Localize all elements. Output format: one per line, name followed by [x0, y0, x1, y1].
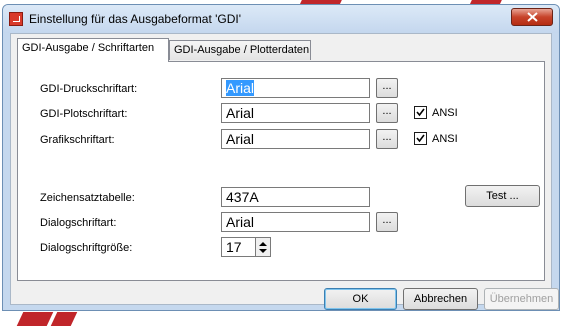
close-button[interactable] — [511, 8, 553, 26]
dialoggroesse-spinner[interactable] — [256, 237, 271, 257]
dialoggroesse-label: Dialogschriftgröße: — [40, 242, 133, 254]
title-bar[interactable]: Einstellung für das Ausgabeformat 'GDI' — [3, 5, 559, 33]
grafikschrift-label: Grafikschriftart: — [40, 134, 115, 146]
zeichensatz-input[interactable]: 437A — [221, 187, 370, 207]
dialogschrift-input[interactable]: Arial — [221, 212, 370, 232]
checkmark-icon — [416, 108, 425, 117]
dialog-client-area: GDI-Ausgabe / Schriftarten GDI-Ausgabe /… — [10, 33, 559, 310]
grafikschrift-browse-button[interactable]: ... — [376, 129, 398, 149]
druckschrift-input[interactable]: Arial — [221, 78, 370, 98]
spin-down-icon[interactable] — [259, 249, 267, 253]
cancel-button[interactable]: Abbrechen — [403, 288, 478, 310]
druckschrift-value: Arial — [226, 80, 255, 96]
dialoggroesse-input[interactable]: 17 — [221, 237, 256, 257]
dialog-window: Einstellung für das Ausgabeformat 'GDI' … — [2, 4, 560, 311]
tab-panel: GDI-Druckschriftart: Arial ... GDI-Plots… — [17, 61, 545, 281]
grafikschrift-ansi-checkbox[interactable] — [414, 132, 427, 145]
plotschrift-ansi-label: ANSI — [432, 107, 458, 119]
dialogschrift-browse-button[interactable]: ... — [376, 212, 398, 232]
grafikschrift-ansi-label: ANSI — [432, 133, 458, 145]
grafikschrift-input[interactable]: Arial — [221, 129, 370, 149]
plotschrift-label: GDI-Plotschriftart: — [40, 108, 128, 120]
druckschrift-label: GDI-Druckschriftart: — [40, 83, 138, 95]
plotschrift-browse-button[interactable]: ... — [376, 103, 398, 123]
zeichensatz-label: Zeichensatztabelle: — [40, 192, 135, 204]
spin-up-icon[interactable] — [259, 242, 267, 246]
app-icon — [9, 12, 23, 26]
plotschrift-ansi-checkbox[interactable] — [414, 106, 427, 119]
close-icon — [527, 12, 538, 22]
background-graphic — [16, 312, 54, 326]
window-title: Einstellung für das Ausgabeformat 'GDI' — [29, 12, 242, 26]
checkmark-icon — [416, 134, 425, 143]
plotschrift-input[interactable]: Arial — [221, 103, 370, 123]
test-button[interactable]: Test ... — [465, 185, 540, 207]
ok-button[interactable]: OK — [324, 288, 397, 310]
druckschrift-browse-button[interactable]: ... — [376, 78, 398, 98]
tab-plotterdaten[interactable]: GDI-Ausgabe / Plotterdaten — [169, 40, 311, 60]
tab-schriftarten[interactable]: GDI-Ausgabe / Schriftarten — [17, 38, 169, 62]
apply-button[interactable]: Übernehmen — [484, 288, 559, 310]
dialogschrift-label: Dialogschriftart: — [40, 217, 117, 229]
